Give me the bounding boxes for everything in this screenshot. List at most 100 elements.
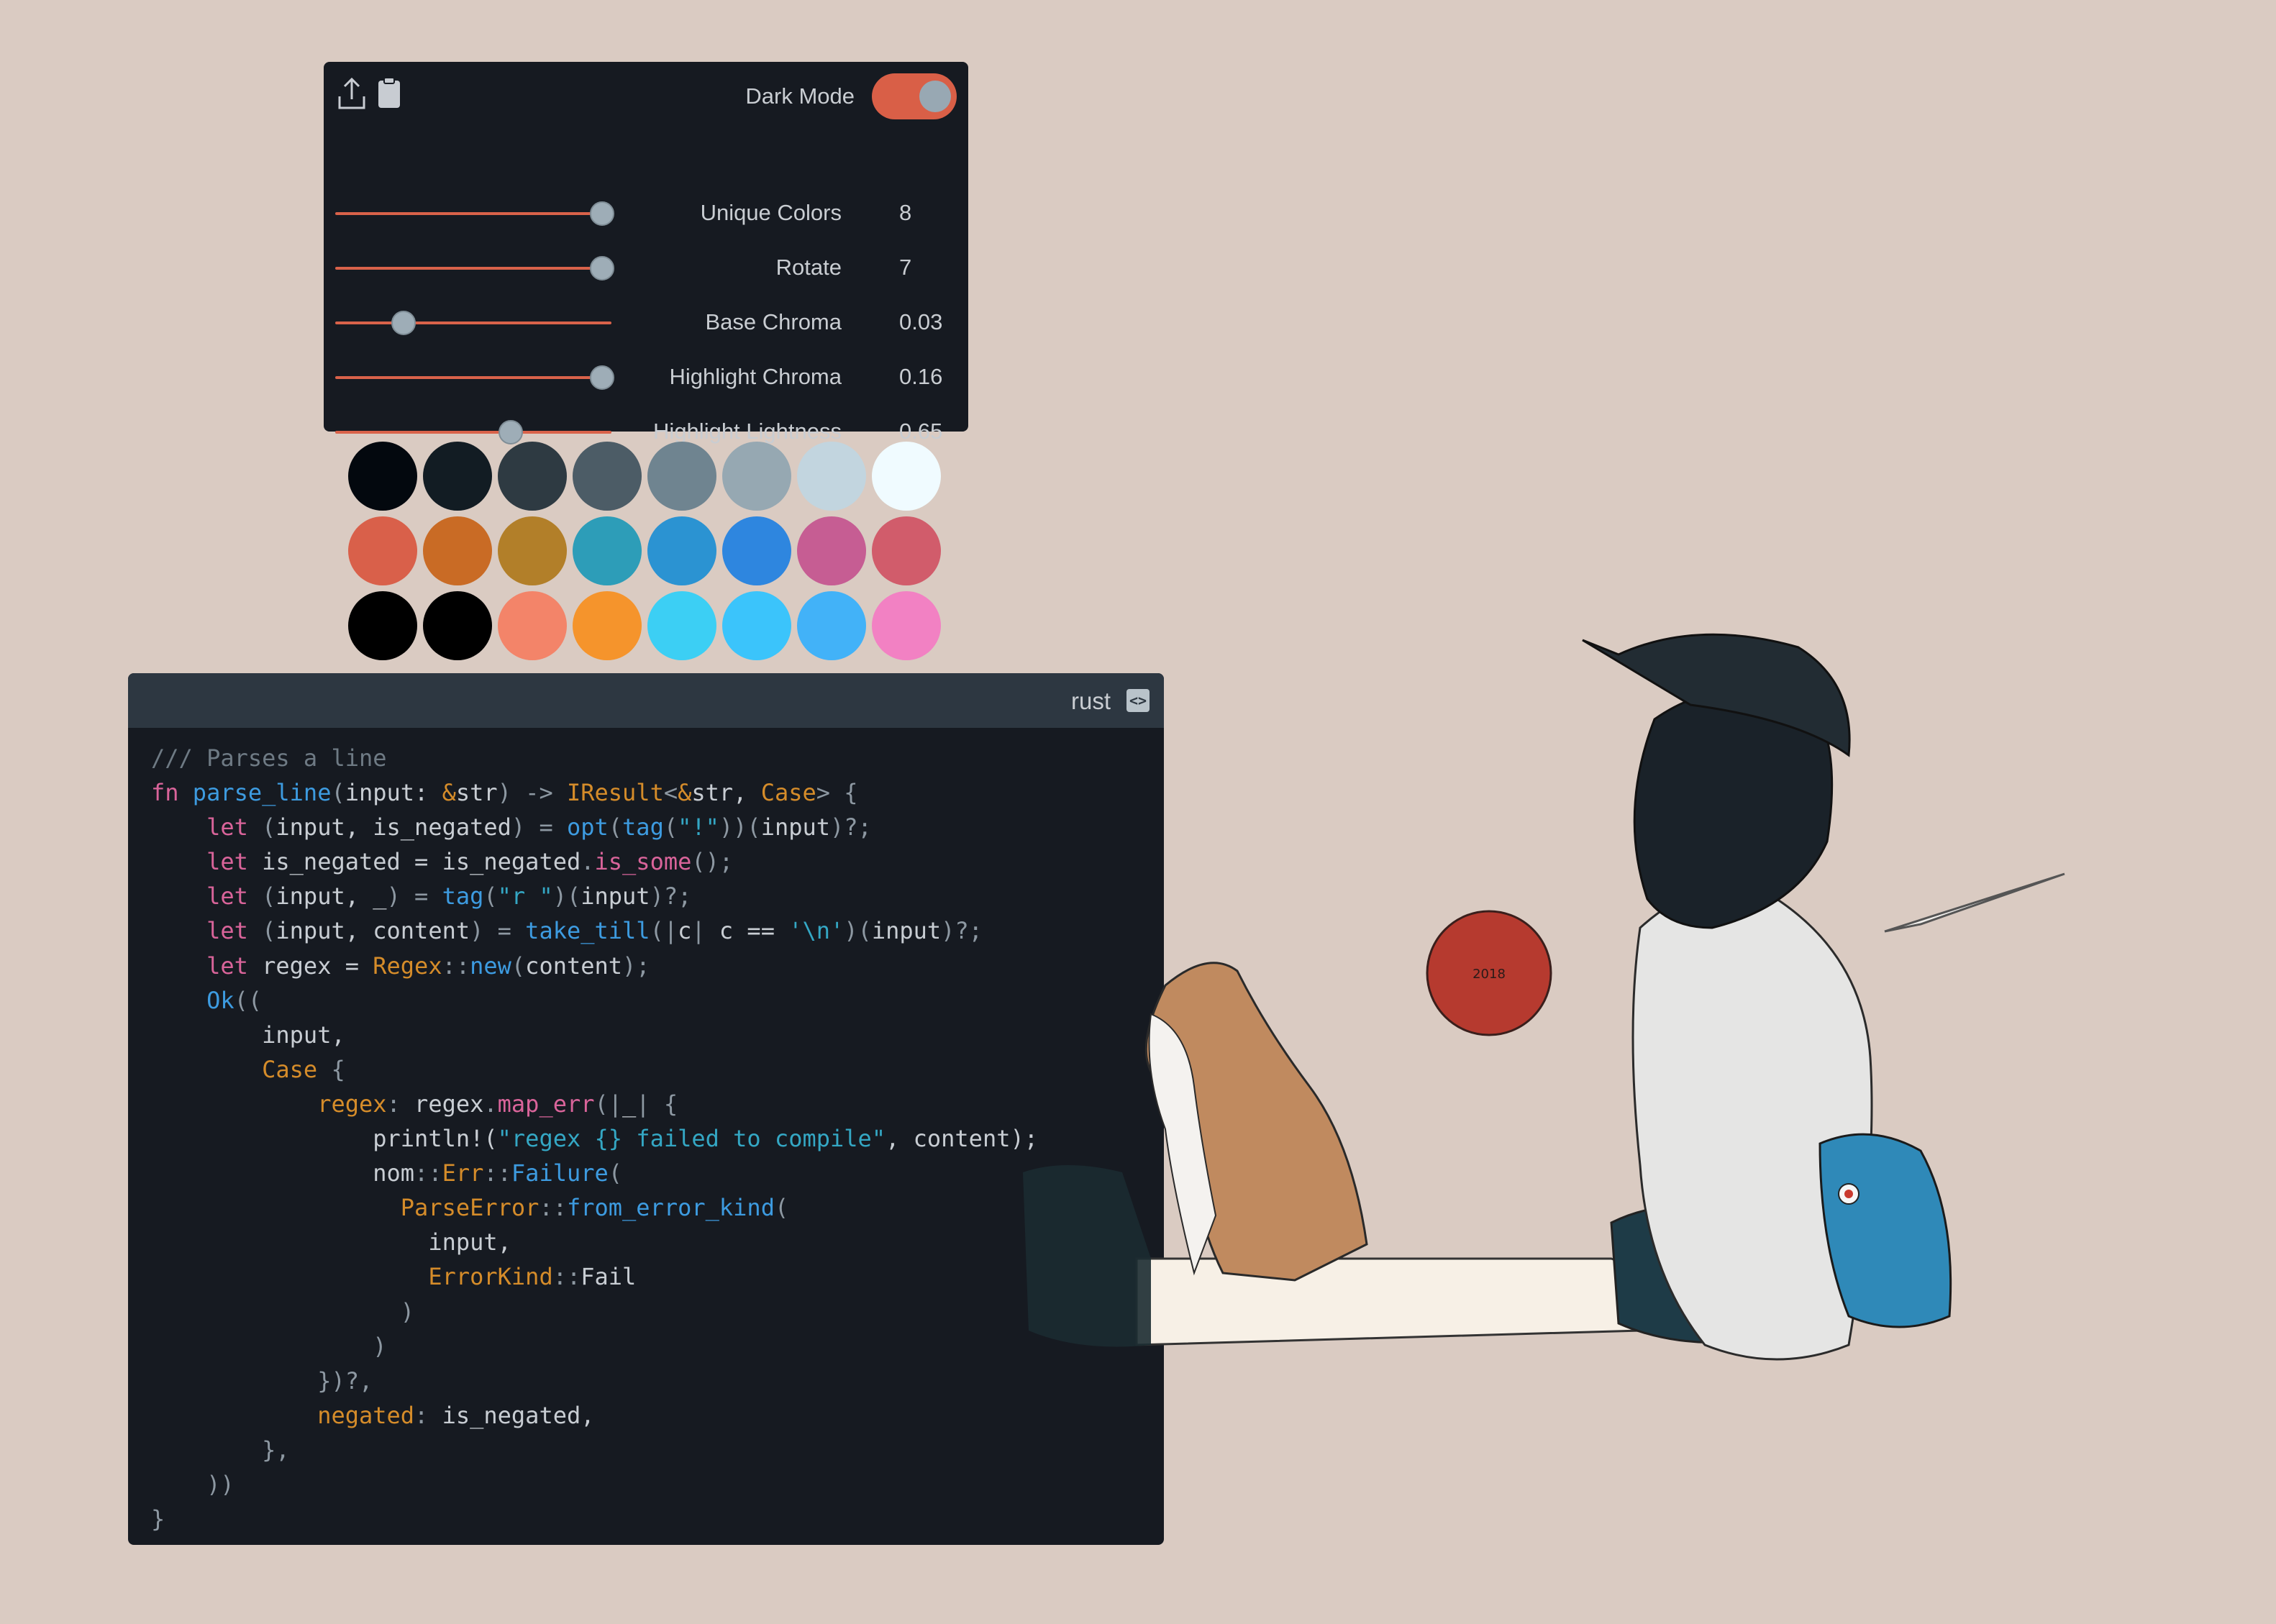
code-line: input, — [151, 1225, 1164, 1259]
color-swatch[interactable] — [423, 442, 492, 511]
code-token: /// Parses a line — [151, 744, 387, 772]
slider-value: 0.16 — [899, 364, 943, 389]
code-token: : — [386, 1090, 415, 1118]
color-swatch[interactable] — [348, 591, 417, 660]
code-token: ( — [262, 882, 276, 911]
color-swatch[interactable] — [647, 591, 716, 660]
color-swatch[interactable] — [498, 442, 567, 511]
slider-track[interactable] — [335, 376, 611, 379]
color-swatch[interactable] — [872, 591, 941, 660]
code-line: })?, — [151, 1364, 1164, 1398]
code-token: > { — [816, 779, 858, 807]
slider-thumb[interactable] — [391, 311, 416, 335]
code-token: ( — [483, 882, 498, 911]
slider-thumb[interactable] — [590, 201, 614, 226]
code-token: tag — [442, 882, 484, 911]
slider-value: 0.03 — [899, 309, 943, 334]
code-token: tag — [622, 813, 664, 841]
code-token: & — [678, 779, 692, 807]
color-swatch[interactable] — [423, 591, 492, 660]
code-token: "r " — [497, 882, 553, 911]
theme-control-panel: Dark Mode Unique Colors 8 Rotate 7 Base Chro… — [324, 62, 968, 444]
code-token: < — [663, 779, 678, 807]
color-swatch[interactable] — [423, 516, 492, 585]
code-line: ErrorKind::Fail — [151, 1259, 1164, 1294]
code-line: }, — [151, 1433, 1164, 1467]
girl-jacket — [1631, 885, 1873, 1361]
dark-mode-toggle[interactable] — [872, 73, 957, 119]
color-swatch[interactable] — [573, 591, 642, 660]
color-swatch[interactable] — [498, 516, 567, 585]
color-swatch[interactable] — [797, 442, 866, 511]
color-swatch[interactable] — [348, 442, 417, 511]
color-swatch[interactable] — [872, 442, 941, 511]
code-token: { — [317, 1055, 345, 1083]
code-token: ))( — [719, 813, 761, 841]
color-swatch[interactable] — [797, 591, 866, 660]
code-token: Case — [262, 1055, 318, 1083]
code-line: nom::Err::Failure( — [151, 1156, 1164, 1190]
color-swatch[interactable] — [797, 516, 866, 585]
code-line: let (input, is_negated) = opt(tag("!"))(… — [151, 810, 1164, 844]
code-token: parse_line — [192, 779, 332, 807]
code-token: :: — [442, 952, 470, 980]
code-token: )) — [151, 1470, 235, 1498]
code-token: :: — [414, 1159, 442, 1187]
code-token: ( — [663, 813, 678, 841]
code-token: ( — [608, 813, 623, 841]
color-swatch[interactable] — [647, 516, 716, 585]
code-token: let — [206, 882, 263, 911]
code-token: }, — [151, 1436, 290, 1464]
color-swatch[interactable] — [573, 442, 642, 511]
code-line: negated: is_negated, — [151, 1398, 1164, 1433]
code-token: take_till — [525, 917, 650, 945]
upload-icon[interactable] — [337, 75, 367, 112]
code-line: let (input, _) = tag("r ")(input)?; — [151, 879, 1164, 913]
code-line: let (input, content) = take_till(|c| c =… — [151, 913, 1164, 948]
toggle-knob[interactable] — [919, 81, 951, 112]
code-token: )?; — [830, 813, 872, 841]
color-swatch[interactable] — [498, 591, 567, 660]
slider-thumb[interactable] — [590, 365, 614, 390]
code-token: , content); — [886, 1125, 1038, 1153]
code-token: c == — [719, 917, 789, 945]
color-swatch[interactable] — [722, 442, 791, 511]
code-token: '\n' — [788, 917, 845, 945]
code-token: ( — [262, 917, 276, 945]
panel-toolbar — [337, 75, 404, 112]
slider-track[interactable] — [335, 212, 611, 215]
code-token: input, content — [276, 917, 470, 945]
code-token: ( — [331, 779, 345, 807]
code-line: )) — [151, 1467, 1164, 1502]
code-block: rust <> /// Parses a line fn parse_line(i… — [128, 673, 1164, 1545]
code-token: fn — [151, 779, 193, 807]
code-token: . — [483, 1090, 498, 1118]
color-swatch[interactable] — [573, 516, 642, 585]
slider-track[interactable] — [335, 321, 611, 324]
code-token: ParseError — [400, 1194, 540, 1222]
code-token: input, is_negated — [276, 813, 511, 841]
slider-track[interactable] — [335, 267, 611, 270]
slider-track[interactable] — [335, 431, 611, 434]
color-swatch[interactable] — [647, 442, 716, 511]
slider-thumb[interactable] — [498, 420, 523, 444]
color-swatch[interactable] — [872, 516, 941, 585]
clipboard-icon[interactable] — [374, 75, 404, 112]
code-line: Ok(( — [151, 983, 1164, 1018]
code-token: regex — [317, 1090, 387, 1118]
code-token: input — [581, 882, 650, 911]
color-swatch[interactable] — [348, 516, 417, 585]
color-swatch[interactable] — [722, 516, 791, 585]
code-token: })?, — [151, 1367, 373, 1395]
slider-row: Unique Colors 8 — [324, 191, 968, 234]
color-swatch[interactable] — [722, 591, 791, 660]
slider-thumb[interactable] — [590, 256, 614, 280]
slider-value: 0.65 — [899, 419, 943, 444]
code-line: /// Parses a line — [151, 741, 1164, 775]
code-token: input — [760, 813, 831, 841]
code-token: opt — [566, 813, 609, 841]
code-token: regex — [414, 1090, 484, 1118]
